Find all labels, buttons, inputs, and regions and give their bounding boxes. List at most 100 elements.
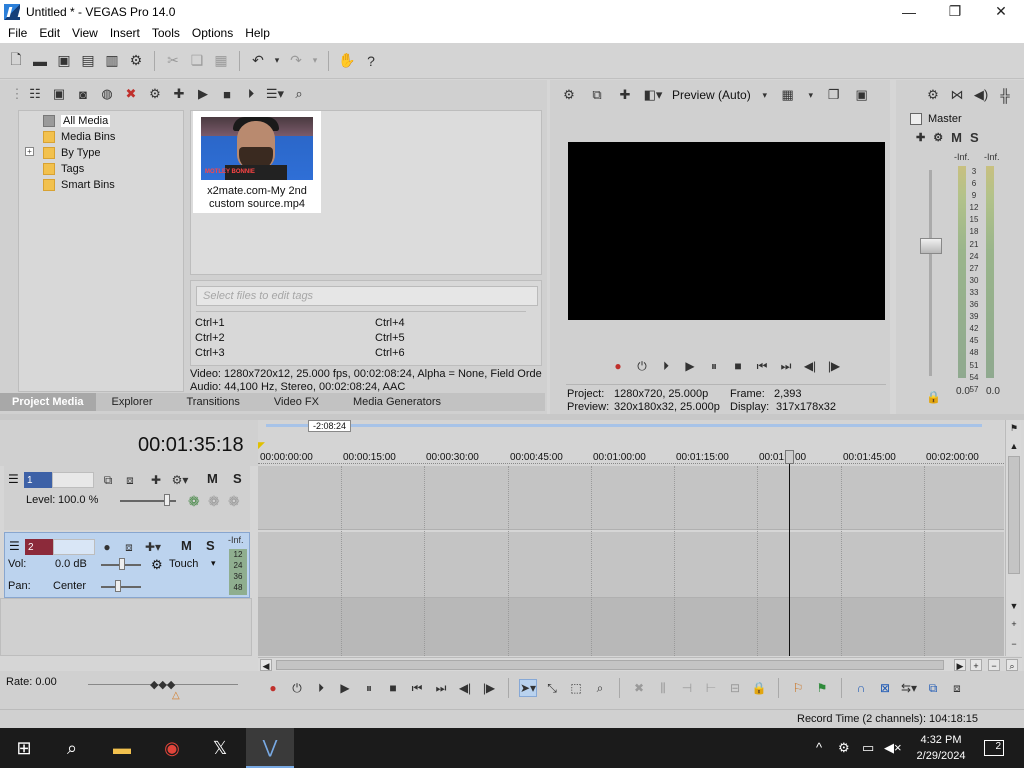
tab-transitions[interactable]: Transitions [165, 396, 252, 408]
tag-shortcut[interactable]: Ctrl+3 [195, 347, 225, 359]
tag-shortcut[interactable]: Ctrl+2 [195, 332, 225, 344]
track-fx-dropdown-icon[interactable]: ✚▾ [145, 539, 161, 555]
automation-mode-dropdown[interactable]: Touch [169, 558, 198, 570]
previous-frame-icon[interactable]: ◀| [456, 679, 474, 697]
play-icon[interactable]: ▶ [336, 679, 354, 697]
stop-icon[interactable]: ■ [384, 679, 402, 697]
play-from-start-icon[interactable]: ⏵ [312, 679, 330, 697]
menu-tools[interactable]: Tools [146, 26, 186, 40]
track-name-field[interactable] [53, 539, 95, 555]
vertical-scroll-thumb[interactable] [1008, 456, 1020, 574]
copy-snapshot-icon[interactable]: ❐ [825, 86, 843, 104]
snapping-magnet-icon[interactable]: ∩ [852, 679, 870, 697]
track-gear-icon[interactable]: ⚙▾ [172, 472, 189, 488]
tree-item-media-bins[interactable]: Media Bins [43, 129, 115, 145]
chevron-down-icon[interactable]: ▾ [761, 86, 769, 104]
notifications-icon[interactable]: 2 [984, 740, 1004, 756]
timeline-vertical-scrollbar[interactable]: ⚑ ▲ ▼ + − [1005, 420, 1021, 656]
scroll-up-icon[interactable]: ▲ [1008, 440, 1020, 452]
start-windows-icon[interactable]: ⊞ [0, 728, 48, 768]
channel-meters-icon[interactable]: ╬ [996, 86, 1014, 104]
loop-region-bar[interactable] [266, 424, 982, 427]
trim-icon[interactable]: ⫼ [654, 679, 672, 697]
media-fx-icon[interactable]: ✚ [170, 85, 188, 103]
volume-slider-handle[interactable] [119, 558, 125, 570]
composite-child-icon[interactable]: ❁ [208, 493, 220, 510]
preview-properties-gear-icon[interactable]: ⚙ [560, 86, 578, 104]
track-fx-icon[interactable]: ⧈ [122, 472, 138, 488]
loop-icon[interactable]: ⏻ [634, 358, 650, 374]
overlays-grid-icon[interactable]: ▦ [779, 86, 797, 104]
scroll-left-icon[interactable]: ◀ [260, 659, 272, 671]
render-as-icon[interactable]: ▥ [102, 51, 122, 71]
paste-icon[interactable]: ▦ [211, 51, 231, 71]
chevron-down-icon[interactable]: ▾ [807, 86, 815, 104]
tags-icon[interactable]: ☷ [26, 85, 44, 103]
insert-region-icon[interactable]: ⚑ [813, 679, 831, 697]
preview-quality-dropdown[interactable]: Preview (Auto) [672, 88, 751, 102]
volume-muted-icon[interactable]: ◀× [884, 740, 902, 756]
go-to-start-icon[interactable]: ⏮ [754, 358, 770, 374]
tree-item-tags[interactable]: Tags [43, 161, 84, 177]
pan-slider[interactable] [101, 586, 141, 588]
playhead-handle[interactable] [785, 450, 794, 464]
marker-flag-icon[interactable]: ⚑ [1008, 422, 1020, 434]
delete-icon[interactable]: ✖ [630, 679, 648, 697]
split-icon[interactable]: ⊟ [726, 679, 744, 697]
play-icon[interactable]: ▶ [194, 85, 212, 103]
level-slider-handle[interactable] [164, 494, 170, 506]
master-gear-icon[interactable]: ⚙ [933, 131, 943, 144]
zoom-out-time-icon[interactable]: − [988, 659, 1000, 671]
master-checkbox[interactable] [910, 113, 922, 125]
stop-icon[interactable]: ■ [218, 85, 236, 103]
zoom-in-time-icon[interactable]: + [970, 659, 982, 671]
play-from-start-icon[interactable]: ⏵ [658, 358, 674, 374]
auto-preview-icon[interactable]: ⏵ [242, 85, 260, 103]
whats-this-help-icon[interactable]: ? [361, 51, 381, 71]
enable-snapping-icon[interactable]: ✋ [337, 51, 357, 71]
arm-record-icon[interactable]: ● [99, 539, 115, 555]
undo-icon[interactable]: ↶ [248, 51, 268, 71]
new-file-icon[interactable]: 🗋 [6, 51, 26, 71]
trim-end-icon[interactable]: ⊢ [702, 679, 720, 697]
go-to-end-icon[interactable]: ⏭ [432, 679, 450, 697]
master-solo-button[interactable]: S [970, 130, 979, 145]
master-fx-icon[interactable]: ✚ [916, 131, 925, 144]
automation-gear-icon[interactable]: ⚙ [151, 557, 163, 573]
lock-envelopes-icon[interactable]: ⧉ [924, 679, 942, 697]
pause-icon[interactable]: ⏸ [706, 358, 722, 374]
vegas-pro-taskbar-icon[interactable]: ⋁ [246, 728, 294, 768]
master-fader-track[interactable] [929, 170, 932, 376]
tag-input[interactable]: Select files to edit tags [196, 286, 538, 306]
menu-view[interactable]: View [66, 26, 104, 40]
tray-app-icon[interactable]: ⚙ [838, 740, 850, 756]
redo-icon[interactable]: ↷ [286, 51, 306, 71]
redo-dropdown-icon[interactable]: ▾ [310, 51, 320, 71]
search-icon[interactable]: ⌕ [290, 85, 308, 103]
tag-shortcut[interactable]: Ctrl+6 [375, 347, 405, 359]
lock-icon[interactable]: 🔒 [750, 679, 768, 697]
cut-icon[interactable]: ✂ [163, 51, 183, 71]
menu-insert[interactable]: Insert [104, 26, 146, 40]
composite-parent-icon[interactable]: ❁ [188, 493, 200, 510]
scroll-right-icon[interactable]: ▶ [954, 659, 966, 671]
track-minimize-icon[interactable]: ☰ [9, 539, 20, 553]
video-track-header[interactable]: ☰ 1 ⧉ ⧈ ✚ ⚙▾ M S Level: 100.0 % ❁ ❁ ❁ [4, 466, 250, 530]
horizontal-scroll-thumb[interactable] [276, 660, 944, 670]
views-icon[interactable]: ☰▾ [266, 85, 284, 103]
taskbar-clock[interactable]: 4:32 PM 2/29/2024 [906, 732, 976, 764]
tree-item-all-media[interactable]: All Media [43, 113, 111, 129]
go-to-start-icon[interactable]: ⏮ [408, 679, 426, 697]
make-compositing-child-icon[interactable]: ❁ [228, 493, 240, 510]
envelope-edit-tool-icon[interactable]: ⤡ [543, 679, 561, 697]
lock-icon[interactable]: 🔒 [926, 390, 941, 404]
open-folder-icon[interactable]: ▬ [30, 51, 50, 71]
tree-item-by-type[interactable]: By Type [43, 145, 101, 161]
undo-dropdown-icon[interactable]: ▾ [272, 51, 282, 71]
tag-shortcut[interactable]: Ctrl+4 [375, 317, 405, 329]
ripple-edit-icon[interactable]: ⇆▾ [900, 679, 918, 697]
network-icon[interactable]: ▭ [862, 740, 874, 756]
video-fx-icon[interactable]: ✚ [616, 86, 634, 104]
menu-options[interactable]: Options [186, 26, 239, 40]
chevron-down-icon[interactable]: ▾ [211, 558, 216, 569]
